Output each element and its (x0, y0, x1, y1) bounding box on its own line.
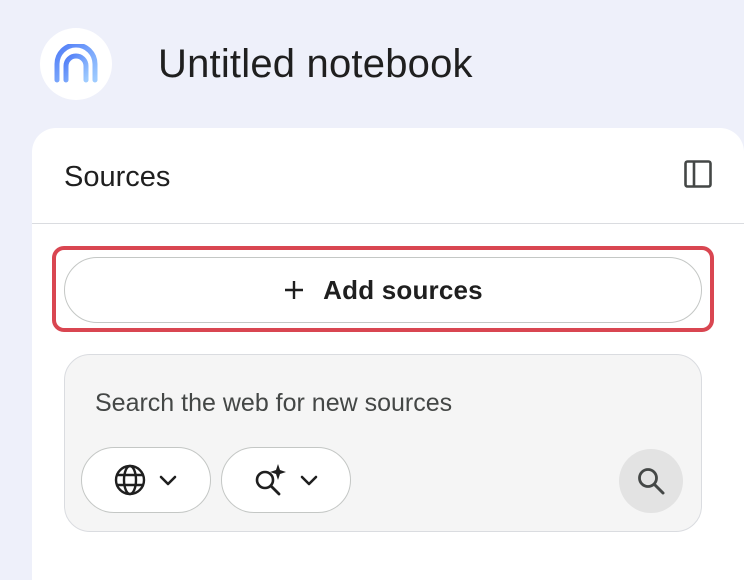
notebook-page: Untitled notebook Sources Add sources (0, 0, 744, 580)
add-sources-button[interactable]: Add sources (64, 257, 702, 323)
sources-panel-title: Sources (64, 161, 171, 193)
sidebar-panel-icon (684, 160, 712, 188)
sources-panel: Sources Add sources (32, 128, 744, 580)
search-mode-selector[interactable] (221, 447, 351, 513)
web-search-input[interactable] (95, 385, 655, 421)
sources-panel-header: Sources (32, 128, 744, 224)
sparkle-search-icon (255, 464, 286, 496)
search-submit-button[interactable] (619, 449, 683, 513)
notebook-title[interactable]: Untitled notebook (158, 38, 473, 90)
chevron-down-icon (300, 475, 318, 486)
chevron-down-icon (159, 475, 177, 486)
collapse-panel-button[interactable] (680, 156, 716, 192)
add-sources-label: Add sources (323, 274, 483, 305)
web-search-box (64, 354, 702, 532)
notebook-header: Untitled notebook (0, 0, 744, 128)
plus-icon (283, 279, 305, 301)
web-source-selector[interactable] (81, 447, 211, 513)
globe-icon (114, 464, 146, 496)
notebooklm-logo-icon[interactable] (40, 28, 112, 100)
search-icon (638, 468, 665, 495)
